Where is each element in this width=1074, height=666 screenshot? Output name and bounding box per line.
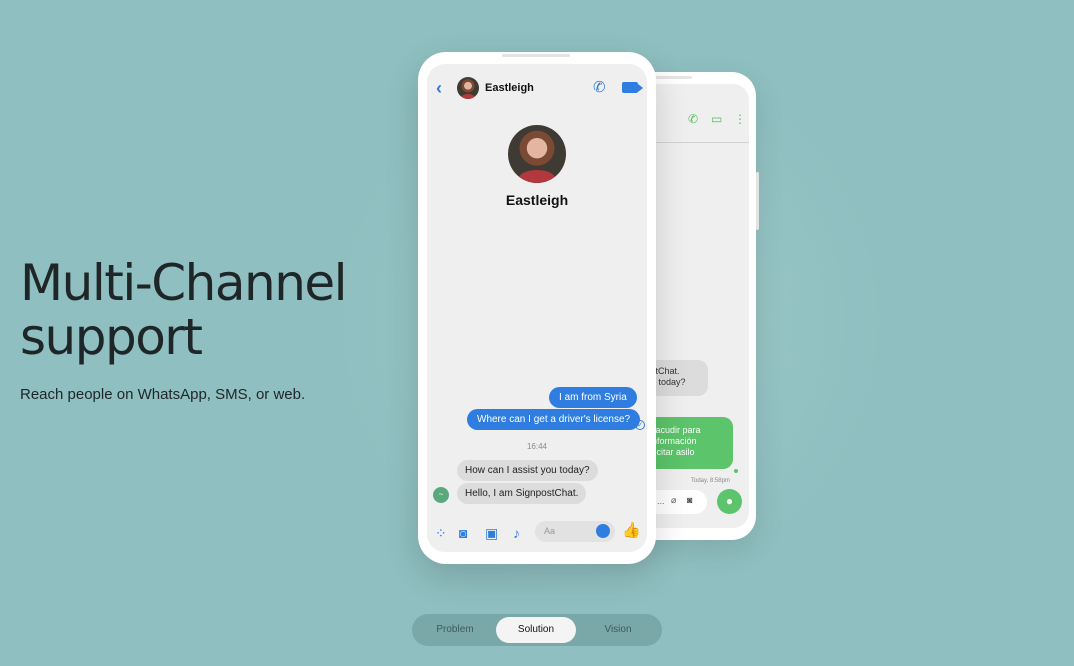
outgoing-message-bubble: I am from Syria [549, 387, 637, 408]
phone-side-button [756, 172, 759, 230]
phone-call-icon[interactable]: ✆ [688, 112, 698, 126]
apps-grid-icon[interactable]: ⁘ [435, 525, 447, 542]
phone-speaker [502, 54, 570, 57]
messenger-screen: ‹ Eastleigh ✆ Eastleigh I am from Syria … [427, 64, 647, 552]
incoming-message-bubble: Hello, I am SignpostChat. [457, 483, 587, 504]
message-time: 16:44 [526, 442, 548, 451]
back-arrow-icon[interactable]: ‹ [436, 78, 442, 99]
contact-name: Eastleigh [505, 192, 569, 208]
outgoing-message-bubble: Where can I get a driver's license? [467, 409, 641, 430]
phone-call-icon[interactable]: ✆ [593, 78, 606, 96]
more-options-icon[interactable]: ⋮ [734, 112, 746, 126]
video-call-icon[interactable] [622, 82, 643, 93]
microphone-icon[interactable]: ♪ [513, 525, 520, 541]
incoming-message-bubble: How can I assist you today? [457, 460, 598, 481]
microphone-button[interactable]: ● [717, 489, 742, 514]
section-switcher: Problem Solution Vision [412, 614, 662, 646]
message-input[interactable]: ... ⌀ ◙ [647, 490, 707, 514]
bot-avatar-icon: ~ [433, 487, 449, 503]
gallery-icon[interactable]: ▣ [485, 525, 498, 542]
contact-name-header[interactable]: Eastleigh [485, 82, 534, 94]
input-text: ... [657, 496, 665, 506]
camera-icon[interactable]: ◙ [687, 495, 692, 505]
delivered-check-icon: ✓ [635, 420, 645, 430]
messenger-phone-mockup: ‹ Eastleigh ✆ Eastleigh I am from Syria … [418, 52, 656, 564]
read-indicator [734, 469, 738, 473]
tab-vision[interactable]: Vision [578, 617, 658, 643]
tab-problem[interactable]: Problem [415, 617, 495, 643]
video-call-icon[interactable]: ▭ [711, 112, 722, 126]
microphone-icon: ● [725, 494, 734, 508]
message-line: ou today? [648, 377, 686, 387]
attach-icon[interactable]: ⌀ [671, 495, 676, 506]
tab-solution[interactable]: Solution [496, 617, 576, 643]
emoji-icon[interactable] [596, 524, 610, 538]
camera-icon[interactable]: ◙ [459, 525, 467, 541]
message-line: ostChat. [648, 366, 680, 376]
contact-avatar-small[interactable] [457, 77, 479, 99]
outgoing-message-bubble: do acudir para s información solicitar a… [643, 417, 733, 469]
contact-avatar-large [508, 125, 566, 183]
incoming-message-bubble: ostChat. ou today? [648, 360, 708, 396]
page-title: Multi-Channel support [20, 254, 348, 366]
page-subtitle: Reach people on WhatsApp, SMS, or web. [20, 386, 306, 403]
message-timestamp: Today, 8:58pm [691, 478, 730, 484]
thumbs-up-icon[interactable]: 👍 [622, 521, 641, 539]
